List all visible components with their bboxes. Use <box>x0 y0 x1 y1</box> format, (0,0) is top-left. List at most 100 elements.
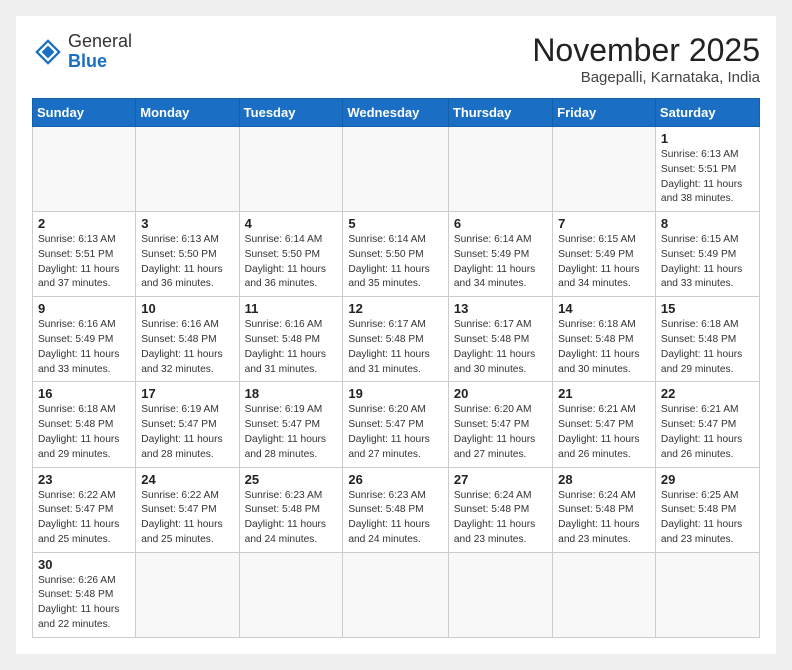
day-number: 29 <box>661 472 754 487</box>
calendar-cell: 24 Sunrise: 6:22 AM Sunset: 5:47 PM Dayli… <box>136 467 239 552</box>
logo-blue: Blue <box>68 51 107 71</box>
day-number: 16 <box>38 386 130 401</box>
calendar-cell <box>239 127 343 212</box>
day-number: 7 <box>558 216 650 231</box>
weekday-header-friday: Friday <box>553 99 656 127</box>
calendar-table: SundayMondayTuesdayWednesdayThursdayFrid… <box>32 98 760 638</box>
calendar-cell: 7 Sunrise: 6:15 AM Sunset: 5:49 PM Daylig… <box>553 212 656 297</box>
month-title: November 2025 <box>532 32 760 69</box>
cell-daylight-info: Sunrise: 6:15 AM Sunset: 5:49 PM Dayligh… <box>558 233 650 292</box>
calendar-cell: 1 Sunrise: 6:13 AM Sunset: 5:51 PM Daylig… <box>655 127 759 212</box>
day-number: 9 <box>38 301 130 316</box>
calendar-cell: 2 Sunrise: 6:13 AM Sunset: 5:51 PM Daylig… <box>33 212 136 297</box>
calendar-cell <box>33 127 136 212</box>
cell-daylight-info: Sunrise: 6:16 AM Sunset: 5:48 PM Dayligh… <box>141 318 233 377</box>
week-row-6: 30Sunrise: 6:26 AM Sunset: 5:48 PM Dayli… <box>33 552 760 637</box>
cell-daylight-info: Sunrise: 6:22 AM Sunset: 5:47 PM Dayligh… <box>38 489 130 548</box>
cell-daylight-info: Sunrise: 6:22 AM Sunset: 5:47 PM Dayligh… <box>141 489 233 548</box>
calendar-cell: 22 Sunrise: 6:21 AM Sunset: 5:47 PM Dayli… <box>655 382 759 467</box>
calendar-cell: 6Sunrise: 6:14 AM Sunset: 5:49 PM Daylig… <box>448 212 552 297</box>
day-number: 2 <box>38 216 130 231</box>
weekday-header-wednesday: Wednesday <box>343 99 449 127</box>
calendar-cell <box>553 552 656 637</box>
weekday-header-row: SundayMondayTuesdayWednesdayThursdayFrid… <box>33 99 760 127</box>
cell-daylight-info: Sunrise: 6:18 AM Sunset: 5:48 PM Dayligh… <box>661 318 754 377</box>
calendar-cell: 3 Sunrise: 6:13 AM Sunset: 5:50 PM Daylig… <box>136 212 239 297</box>
calendar-cell: 17 Sunrise: 6:19 AM Sunset: 5:47 PM Dayli… <box>136 382 239 467</box>
calendar-cell: 13Sunrise: 6:17 AM Sunset: 5:48 PM Dayli… <box>448 297 552 382</box>
day-number: 28 <box>558 472 650 487</box>
day-number: 20 <box>454 386 547 401</box>
day-number: 23 <box>38 472 130 487</box>
cell-daylight-info: Sunrise: 6:26 AM Sunset: 5:48 PM Dayligh… <box>38 574 130 633</box>
cell-daylight-info: Sunrise: 6:19 AM Sunset: 5:47 PM Dayligh… <box>245 403 338 462</box>
calendar-cell: 8Sunrise: 6:15 AM Sunset: 5:49 PM Daylig… <box>655 212 759 297</box>
cell-daylight-info: Sunrise: 6:17 AM Sunset: 5:48 PM Dayligh… <box>348 318 443 377</box>
week-row-5: 23 Sunrise: 6:22 AM Sunset: 5:47 PM Dayli… <box>33 467 760 552</box>
weekday-header-monday: Monday <box>136 99 239 127</box>
calendar-cell <box>655 552 759 637</box>
calendar-cell: 4Sunrise: 6:14 AM Sunset: 5:50 PM Daylig… <box>239 212 343 297</box>
calendar-cell: 14 Sunrise: 6:18 AM Sunset: 5:48 PM Dayli… <box>553 297 656 382</box>
weekday-header-saturday: Saturday <box>655 99 759 127</box>
cell-daylight-info: Sunrise: 6:24 AM Sunset: 5:48 PM Dayligh… <box>454 489 547 548</box>
cell-daylight-info: Sunrise: 6:13 AM Sunset: 5:51 PM Dayligh… <box>38 233 130 292</box>
week-row-4: 16 Sunrise: 6:18 AM Sunset: 5:48 PM Dayli… <box>33 382 760 467</box>
day-number: 5 <box>348 216 443 231</box>
cell-daylight-info: Sunrise: 6:18 AM Sunset: 5:48 PM Dayligh… <box>38 403 130 462</box>
day-number: 17 <box>141 386 233 401</box>
day-number: 18 <box>245 386 338 401</box>
calendar-cell <box>343 552 449 637</box>
calendar-cell <box>343 127 449 212</box>
calendar-cell: 15 Sunrise: 6:18 AM Sunset: 5:48 PM Dayli… <box>655 297 759 382</box>
cell-daylight-info: Sunrise: 6:20 AM Sunset: 5:47 PM Dayligh… <box>348 403 443 462</box>
calendar-cell: 11Sunrise: 6:16 AM Sunset: 5:48 PM Dayli… <box>239 297 343 382</box>
calendar-page: General Blue November 2025 Bagepalli, Ka… <box>16 16 776 654</box>
cell-daylight-info: Sunrise: 6:23 AM Sunset: 5:48 PM Dayligh… <box>245 489 338 548</box>
calendar-cell: 16 Sunrise: 6:18 AM Sunset: 5:48 PM Dayli… <box>33 382 136 467</box>
logo: General Blue <box>32 32 132 72</box>
day-number: 3 <box>141 216 233 231</box>
calendar-cell: 28 Sunrise: 6:24 AM Sunset: 5:48 PM Dayli… <box>553 467 656 552</box>
day-number: 24 <box>141 472 233 487</box>
cell-daylight-info: Sunrise: 6:13 AM Sunset: 5:51 PM Dayligh… <box>661 148 754 207</box>
day-number: 12 <box>348 301 443 316</box>
calendar-cell: 26Sunrise: 6:23 AM Sunset: 5:48 PM Dayli… <box>343 467 449 552</box>
calendar-cell: 5Sunrise: 6:14 AM Sunset: 5:50 PM Daylig… <box>343 212 449 297</box>
day-number: 14 <box>558 301 650 316</box>
cell-daylight-info: Sunrise: 6:20 AM Sunset: 5:47 PM Dayligh… <box>454 403 547 462</box>
cell-daylight-info: Sunrise: 6:25 AM Sunset: 5:48 PM Dayligh… <box>661 489 754 548</box>
day-number: 1 <box>661 131 754 146</box>
calendar-cell: 9Sunrise: 6:16 AM Sunset: 5:49 PM Daylig… <box>33 297 136 382</box>
day-number: 4 <box>245 216 338 231</box>
calendar-cell: 25 Sunrise: 6:23 AM Sunset: 5:48 PM Dayli… <box>239 467 343 552</box>
calendar-cell <box>448 127 552 212</box>
page-header: General Blue November 2025 Bagepalli, Ka… <box>32 32 760 86</box>
week-row-1: 1 Sunrise: 6:13 AM Sunset: 5:51 PM Daylig… <box>33 127 760 212</box>
logo-text: General Blue <box>68 32 132 72</box>
calendar-cell: 18 Sunrise: 6:19 AM Sunset: 5:47 PM Dayli… <box>239 382 343 467</box>
cell-daylight-info: Sunrise: 6:13 AM Sunset: 5:50 PM Dayligh… <box>141 233 233 292</box>
day-number: 25 <box>245 472 338 487</box>
day-number: 11 <box>245 301 338 316</box>
day-number: 21 <box>558 386 650 401</box>
weekday-header-sunday: Sunday <box>33 99 136 127</box>
cell-daylight-info: Sunrise: 6:18 AM Sunset: 5:48 PM Dayligh… <box>558 318 650 377</box>
calendar-cell: 19Sunrise: 6:20 AM Sunset: 5:47 PM Dayli… <box>343 382 449 467</box>
calendar-cell: 29 Sunrise: 6:25 AM Sunset: 5:48 PM Dayli… <box>655 467 759 552</box>
cell-daylight-info: Sunrise: 6:15 AM Sunset: 5:49 PM Dayligh… <box>661 233 754 292</box>
day-number: 22 <box>661 386 754 401</box>
cell-daylight-info: Sunrise: 6:19 AM Sunset: 5:47 PM Dayligh… <box>141 403 233 462</box>
cell-daylight-info: Sunrise: 6:23 AM Sunset: 5:48 PM Dayligh… <box>348 489 443 548</box>
calendar-cell <box>448 552 552 637</box>
calendar-cell: 21Sunrise: 6:21 AM Sunset: 5:47 PM Dayli… <box>553 382 656 467</box>
cell-daylight-info: Sunrise: 6:24 AM Sunset: 5:48 PM Dayligh… <box>558 489 650 548</box>
weekday-header-tuesday: Tuesday <box>239 99 343 127</box>
calendar-cell: 10Sunrise: 6:16 AM Sunset: 5:48 PM Dayli… <box>136 297 239 382</box>
logo-icon <box>32 36 64 68</box>
day-number: 15 <box>661 301 754 316</box>
location-subtitle: Bagepalli, Karnataka, India <box>532 69 760 86</box>
cell-daylight-info: Sunrise: 6:14 AM Sunset: 5:49 PM Dayligh… <box>454 233 547 292</box>
calendar-cell <box>239 552 343 637</box>
cell-daylight-info: Sunrise: 6:21 AM Sunset: 5:47 PM Dayligh… <box>661 403 754 462</box>
